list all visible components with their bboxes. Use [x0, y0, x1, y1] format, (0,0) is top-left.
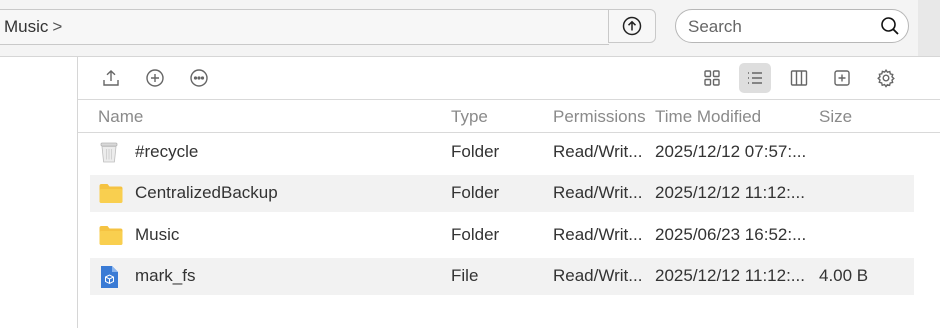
column-header-modified[interactable]: Time Modified — [655, 107, 761, 127]
sidebar — [0, 57, 78, 328]
window-edge — [918, 0, 940, 56]
file-modified: 2025/06/23 16:52:... — [655, 225, 807, 244]
column-view-button[interactable] — [783, 63, 815, 93]
gear-icon — [877, 68, 895, 88]
plus-square-icon — [834, 70, 850, 86]
file-size: 4.00 B — [819, 266, 869, 285]
folder-icon — [99, 184, 123, 203]
upload-icon — [103, 70, 119, 86]
plus-circle-icon — [146, 69, 164, 87]
file-name[interactable]: #recycle — [135, 142, 198, 162]
grid-icon — [704, 70, 720, 86]
breadcrumb-current[interactable]: Music — [4, 17, 48, 37]
file-type: Folder — [451, 225, 500, 244]
top-bar: Music > — [0, 0, 940, 57]
path-field[interactable] — [0, 9, 609, 45]
arrow-up-circle-icon — [622, 16, 642, 36]
file-name[interactable]: Music — [135, 225, 179, 245]
column-header-size[interactable]: Size — [819, 107, 852, 127]
file-icon — [101, 266, 118, 288]
breadcrumb[interactable]: Music > — [4, 17, 62, 37]
file-type: Folder — [451, 142, 500, 161]
settings-button[interactable] — [870, 63, 902, 93]
search-box[interactable] — [675, 9, 909, 43]
new-item-button[interactable] — [826, 63, 858, 93]
file-name[interactable]: CentralizedBackup — [135, 183, 278, 203]
column-header-permissions[interactable]: Permissions — [553, 107, 646, 127]
file-permissions: Read/Writ... — [553, 225, 643, 244]
file-toolbar — [78, 57, 940, 99]
file-modified: 2025/12/12 11:12:... — [655, 266, 805, 285]
search-icon[interactable] — [880, 16, 900, 36]
search-input[interactable] — [686, 15, 870, 39]
create-button[interactable] — [139, 63, 171, 93]
file-modified: 2025/12/12 11:12:... — [655, 183, 805, 202]
table-row[interactable]: #recycle Folder Read/Writ... 2025/12/12 … — [90, 134, 914, 171]
file-type: File — [451, 266, 479, 285]
file-type: Folder — [451, 183, 500, 202]
column-header-type[interactable]: Type — [451, 107, 488, 127]
file-permissions: Read/Writ... — [553, 142, 643, 161]
chevron-right-icon: > — [52, 17, 63, 36]
folder-icon — [99, 226, 123, 245]
more-actions-button[interactable] — [183, 63, 215, 93]
table-header: Name Type Permissions Time Modified Size — [78, 99, 940, 133]
grid-view-button[interactable] — [696, 63, 728, 93]
file-permissions: Read/Writ... — [553, 266, 643, 285]
columns-icon — [790, 70, 808, 86]
recycle-bin-icon — [100, 142, 118, 163]
table-row[interactable]: mark_fs File Read/Writ... 2025/12/12 11:… — [90, 258, 914, 295]
table-row[interactable]: Music Folder Read/Writ... 2025/06/23 16:… — [90, 217, 914, 254]
more-horizontal-icon — [190, 69, 208, 87]
file-permissions: Read/Writ... — [553, 183, 643, 202]
upload-button[interactable] — [95, 63, 127, 93]
go-up-button[interactable] — [608, 9, 656, 43]
table-row[interactable]: CentralizedBackup Folder Read/Writ... 20… — [90, 175, 914, 212]
file-modified: 2025/12/12 07:57:... — [655, 142, 807, 161]
list-icon — [748, 72, 762, 84]
column-header-name[interactable]: Name — [98, 107, 143, 127]
file-name[interactable]: mark_fs — [135, 266, 195, 286]
list-view-button[interactable] — [739, 63, 771, 93]
